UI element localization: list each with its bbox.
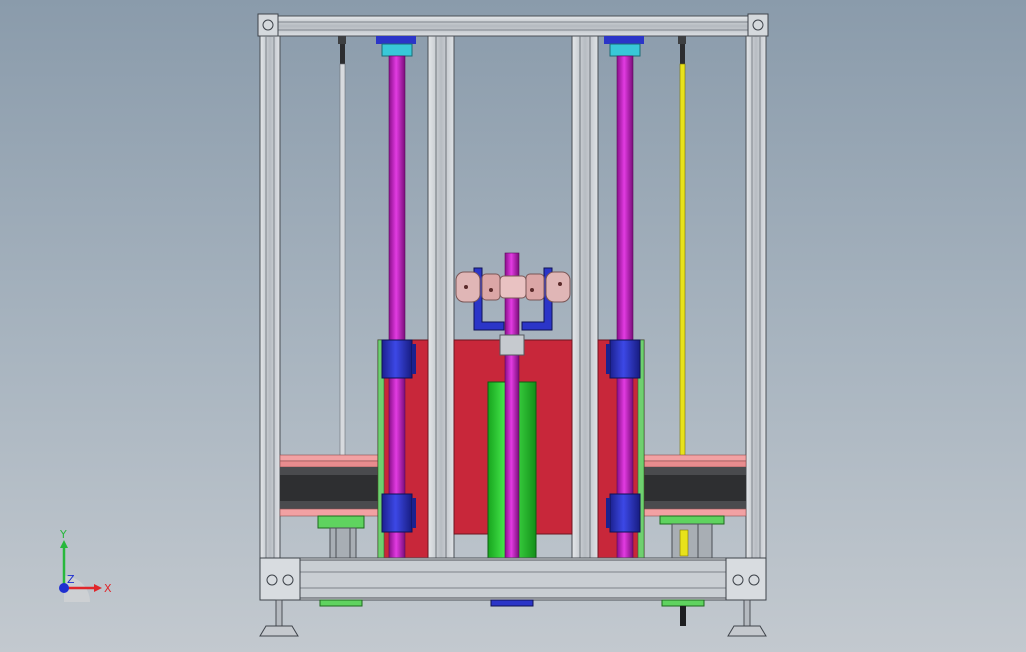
graphics-viewport[interactable]: X Y Z [0, 0, 1026, 652]
left-inner-upright[interactable] [427, 35, 455, 561]
underside-green-plate-right[interactable] [661, 599, 705, 626]
left-upper-bearing-block[interactable] [381, 339, 416, 379]
cad-model-front-view[interactable] [0, 0, 1026, 652]
left-conveyor-belt[interactable] [279, 454, 379, 517]
underside-green-plate-left[interactable] [319, 599, 363, 607]
coordinate-triad[interactable]: X Y Z [40, 526, 130, 606]
underside-blue-block[interactable] [490, 599, 534, 607]
right-yellow-rod[interactable] [678, 36, 686, 457]
x-axis-label: X [104, 582, 112, 595]
left-lower-bearing-block[interactable] [381, 493, 416, 533]
right-leveling-foot[interactable] [727, 599, 767, 637]
right-upper-bearing-block[interactable] [606, 339, 641, 379]
y-axis-label: Y [59, 528, 67, 541]
right-inner-upright[interactable] [571, 35, 599, 561]
right-conveyor-belt[interactable] [643, 454, 747, 517]
right-motor-bracket[interactable] [659, 515, 725, 559]
left-motor-bracket[interactable] [317, 515, 365, 559]
right-lower-bearing-block[interactable] [606, 493, 641, 533]
top-frame-bar[interactable] [257, 13, 769, 37]
left-leveling-foot[interactable] [259, 599, 299, 637]
right-outer-upright[interactable] [745, 35, 767, 561]
left-guide-rod[interactable] [338, 36, 346, 457]
left-outer-upright[interactable] [259, 35, 281, 561]
base-frame[interactable] [259, 557, 767, 601]
z-axis-label: Z [67, 573, 75, 586]
